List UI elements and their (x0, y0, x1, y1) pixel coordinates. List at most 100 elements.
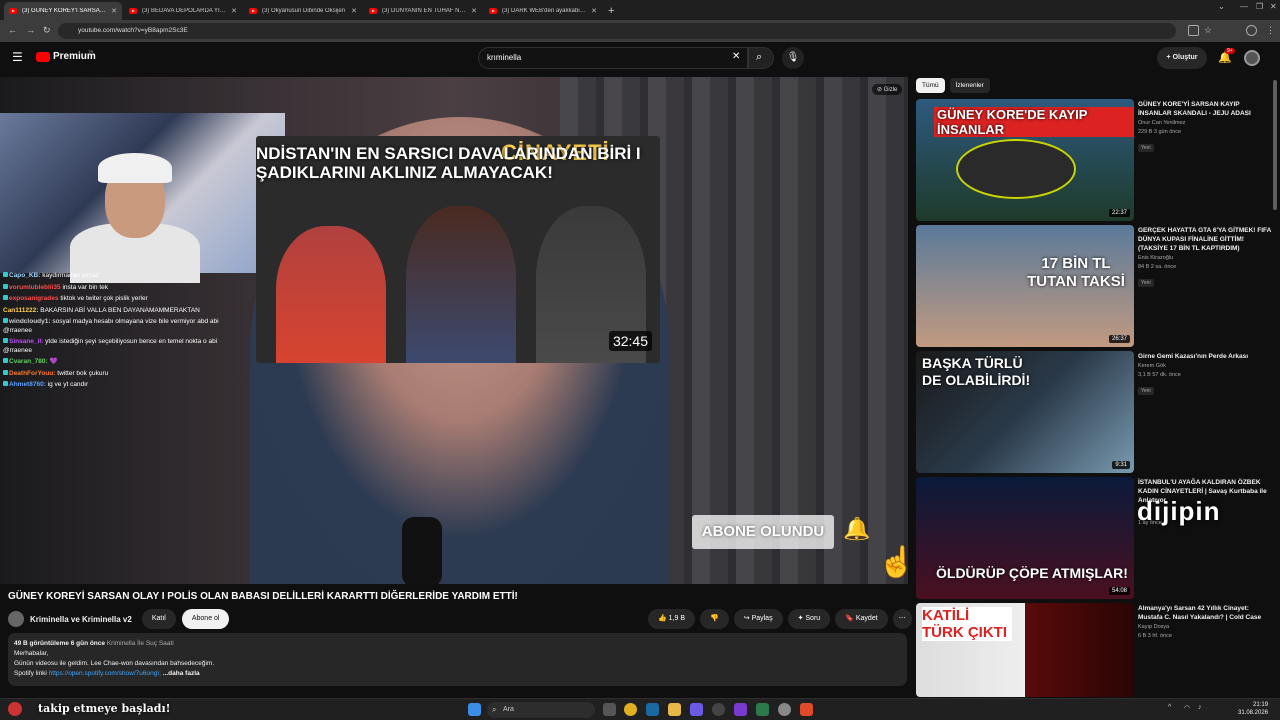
channel-name[interactable]: Kriminella ve Kriminella v2 (30, 615, 132, 624)
taskbar-search[interactable]: ⌕ Ara (487, 702, 595, 718)
windows-start-icon[interactable] (468, 703, 481, 716)
chat-message: Sinsane_il: ytde istediğin şeyi seçebili… (3, 338, 218, 354)
like-button[interactable]: 👍 1,9 B (648, 609, 696, 629)
reload-icon[interactable]: ↻ (43, 25, 51, 36)
host-figure (406, 206, 516, 363)
browser-tab[interactable]: (3) DARK WEB'den ayakkabı SİP ✕ (484, 2, 602, 20)
profile-icon[interactable] (1246, 25, 1257, 36)
wifi-icon[interactable]: ◠ (1184, 704, 1190, 712)
restore-icon[interactable]: ❐ (1256, 2, 1263, 11)
recommendation-meta: 6 B 3 hf. önce (1138, 633, 1172, 639)
share-button[interactable]: ↪ Paylaş (733, 609, 783, 629)
file-explorer-icon[interactable] (668, 703, 681, 716)
app-icon[interactable] (800, 703, 813, 716)
show-more-link[interactable]: ...daha fazla (163, 670, 200, 677)
close-tab-icon[interactable]: ✕ (231, 7, 237, 15)
bookmark-star-icon[interactable]: ☆ (1204, 25, 1212, 36)
tab-search-icon[interactable]: ⌄ (1218, 2, 1225, 11)
recommendation-thumbnail: BAŞKA TÜRLÜ DE OLABİLİRDİ! 9:31 (916, 351, 1134, 473)
recommendation-item[interactable]: GÜNEY KORE'DE KAYIP İNSANLAR 22:37 GÜNEY… (916, 99, 1276, 223)
minimize-icon[interactable]: — (1240, 2, 1248, 11)
video-title: GÜNEY KOREYİ SARSAN OLAY I POLİS OLAN BA… (8, 591, 518, 602)
spotify-link[interactable]: https://open.spotify.com/show/7u6ong\; (49, 670, 161, 677)
browser-menu-icon[interactable]: ⋮ (1266, 25, 1275, 36)
new-badge: Yeni (1138, 387, 1154, 395)
more-actions-icon[interactable]: ⋯ (892, 609, 912, 629)
recommendation-title: İSTANBUL'U AYAĞA KALDIRAN ÖZBEK KADIN Cİ… (1138, 479, 1267, 504)
close-window-icon[interactable]: ✕ (1270, 2, 1277, 11)
taskbar-clock[interactable]: 21:19 31.08.2026 (1238, 702, 1268, 717)
youtube-favicon-icon (129, 8, 137, 14)
close-tab-icon[interactable]: ✕ (471, 7, 477, 15)
browser-tab[interactable]: (3) BEDAVA DEPOLARDA YILIN ✕ (124, 2, 242, 20)
recommendation-meta: 229 B 3 gün önce (1138, 129, 1182, 135)
search-button[interactable]: ⌕ (748, 47, 774, 69)
subscribe-button[interactable]: Abone ol (181, 609, 230, 629)
voice-search-icon[interactable]: 🎙 (782, 47, 804, 69)
new-badge: Yeni (1138, 279, 1154, 287)
account-avatar[interactable] (1244, 50, 1260, 66)
video-actions: 👍 1,9 B 👎 ↪ Paylaş ✦ Soru 🔖 Kaydet ⋯ (648, 609, 912, 629)
recommendation-item[interactable]: KATİLİ TÜRK ÇIKTI Almanya'yı Sarsan 42 Y… (916, 603, 1276, 697)
browser-tab[interactable]: (3) Okyanusun Dibinde Oksijen ✕ (244, 2, 362, 20)
ask-button[interactable]: ✦ Soru (787, 609, 831, 629)
description-tags: Kriminella İle Suç Saati (106, 640, 174, 647)
recommendation-channel: Kerem Gök (1138, 363, 1166, 369)
thumbs-up-icon: 👍 (658, 615, 669, 622)
notification-count-badge: 9+ (1225, 48, 1235, 54)
close-tab-icon[interactable]: ✕ (111, 7, 117, 15)
browser-tabbar: (3) GÜNEY KOREY'İ SARSAN OL ✕ (3) BEDAVA … (0, 0, 1280, 20)
obs-icon[interactable] (712, 703, 725, 716)
search-icon: ⌕ (756, 51, 763, 63)
volume-icon[interactable]: ♪ (1198, 704, 1202, 711)
recommendation-thumbnail: 17 BİN TL TUTAN TAKSİ 26:37 (916, 225, 1134, 347)
app-icon[interactable] (756, 703, 769, 716)
task-view-icon[interactable] (603, 703, 616, 716)
discord-icon[interactable] (690, 703, 703, 716)
install-app-icon[interactable] (1188, 25, 1199, 36)
create-button[interactable]: + Oluştur (1157, 47, 1207, 69)
recommendation-item[interactable]: ÖLDÜRÜP ÇÖPE ATMIŞLAR! 54:08 İSTANBUL'U … (916, 477, 1276, 601)
close-tab-icon[interactable]: ✕ (591, 7, 597, 15)
eye-off-icon: ⊘ (877, 87, 884, 93)
dislike-button[interactable]: 👎 (700, 609, 729, 629)
thumbnail-duration: 32:45 (608, 331, 652, 351)
bell-icon: 🔔 (843, 516, 871, 541)
description-line: Günün videosu ile geldim. Lee Chae-won d… (14, 660, 215, 667)
recommendation-item[interactable]: BAŞKA TÜRLÜ DE OLABİLİRDİ! 9:31 Girne Ge… (916, 351, 1276, 475)
tray-chevron-icon[interactable]: ^ (1168, 704, 1171, 711)
browser-tab[interactable]: (3) DÜNYANIN EN TUHAF NÜK ✕ (364, 2, 482, 20)
chat-message: windcloudy1: sosyal madya hesabı olmayan… (3, 318, 219, 334)
chip-all[interactable]: Tümü (916, 78, 945, 93)
thumbs-down-icon: 👎 (710, 615, 719, 622)
new-tab-icon[interactable]: + (608, 2, 614, 20)
save-button[interactable]: 🔖 Kaydet (835, 609, 888, 629)
youtube-logo-icon[interactable] (36, 52, 50, 62)
channel-avatar[interactable] (8, 611, 24, 627)
url-field[interactable]: youtube.com/watch?v=yB8apm2Sc3E (58, 23, 1176, 39)
back-icon[interactable]: ← (8, 25, 17, 35)
search-input[interactable]: krıminella (478, 47, 748, 69)
inner-video-thumbnail: CİNAYETİ NDİSTAN'IN EN SARSICI DAVALARIN… (256, 136, 660, 363)
chip-watched[interactable]: İzlenenler (949, 78, 990, 93)
recommendation-channel: Kayıp Dosya (1138, 624, 1170, 630)
youtube-favicon-icon (9, 8, 17, 14)
page-scrollbar[interactable] (1273, 80, 1277, 210)
forward-icon[interactable]: → (26, 25, 35, 35)
app-icon[interactable] (734, 703, 747, 716)
join-button[interactable]: Katıl (141, 609, 176, 629)
recommendation-meta: 3,1 B 57 dk. önce (1138, 372, 1181, 378)
follow-alert: takip etmeye başladı! (38, 702, 171, 715)
recommendation-item[interactable]: 17 BİN TL TUTAN TAKSİ 26:37 GERÇEK HAYAT… (916, 225, 1276, 349)
recommendation-title: Almanya'yı Sarsan 42 Yıllık Cinayet: Mus… (1138, 605, 1262, 621)
clear-search-icon[interactable]: ✕ (732, 51, 740, 62)
chrome-icon[interactable] (624, 703, 637, 716)
steam-icon[interactable] (646, 703, 659, 716)
recommendation-title: GERÇEK HAYATTA GTA 6'YA GİTMEK! FIFA DÜN… (1138, 227, 1272, 252)
description-box[interactable]: 49 B görüntüleme 6 gün önce Kriminella İ… (8, 633, 907, 686)
browser-tab[interactable]: (3) GÜNEY KOREY'İ SARSAN OL ✕ (4, 2, 122, 20)
close-tab-icon[interactable]: ✕ (351, 7, 357, 15)
settings-gear-icon[interactable] (778, 703, 791, 716)
hamburger-menu-icon[interactable]: ☰ (12, 50, 23, 64)
hide-overlay-button[interactable]: ⊘ Gizle (872, 84, 903, 95)
